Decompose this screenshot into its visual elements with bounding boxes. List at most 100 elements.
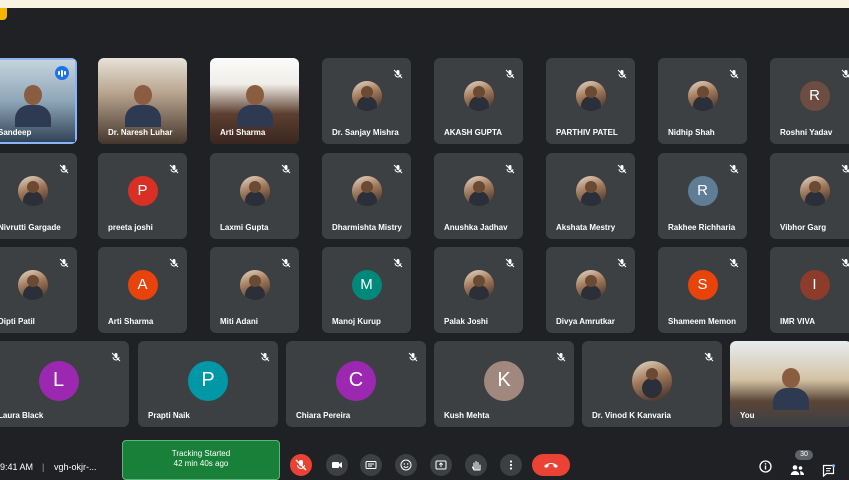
participant-tile[interactable]: Dipti Patil	[0, 247, 77, 333]
avatar-letter: L	[38, 360, 79, 401]
participant-tile[interactable]: Miti Adani	[210, 247, 299, 333]
participant-tile[interactable]: Vibhor Garg	[770, 153, 849, 239]
emoji-button[interactable]	[395, 454, 417, 476]
participant-tile[interactable]: A Arti Sharma	[98, 247, 187, 333]
mic-muted-icon	[841, 255, 849, 267]
mic-muted-icon	[169, 161, 179, 174]
mic-muted-icon	[729, 255, 739, 268]
participant-tile[interactable]: Laxmi Gupta	[210, 153, 299, 239]
mic-muted-icon	[393, 66, 403, 79]
avatar-photo	[463, 175, 494, 206]
participant-tile[interactable]: PARTHIV PATEL	[546, 58, 635, 144]
avatar-photo	[632, 360, 672, 401]
mic-off-button[interactable]	[290, 454, 312, 476]
avatar-letter: P	[188, 360, 228, 401]
participant-name: Dipti Patil	[0, 317, 35, 326]
participant-tile[interactable]: You	[730, 341, 849, 427]
mic-muted-icon	[704, 349, 714, 362]
more-options-button[interactable]	[500, 454, 522, 476]
chat-button[interactable]	[820, 462, 836, 478]
avatar-photo	[351, 175, 382, 206]
participant-tile[interactable]: L Laura Black	[0, 341, 129, 427]
participant-silhouette	[236, 85, 273, 128]
meeting-code[interactable]: vgh-okjr-...	[54, 462, 97, 472]
participant-tile[interactable]: P Prapti Naik	[138, 341, 278, 427]
participant-tile[interactable]: Nidhip Shah	[658, 58, 747, 144]
participant-name: Vibhor Garg	[780, 223, 827, 232]
participant-tile[interactable]: K Kush Mehta	[434, 341, 574, 427]
more-options-icon	[509, 460, 513, 470]
participant-tile[interactable]: Palak Joshi	[434, 247, 523, 333]
participant-name: Palak Joshi	[444, 317, 489, 326]
participant-tile[interactable]: Dr. Sanjay Mishra	[322, 58, 411, 144]
mic-muted-icon	[393, 255, 403, 268]
participant-name: AKASH GUPTA	[444, 128, 503, 137]
avatar-photo	[799, 175, 830, 206]
participant-tile[interactable]: Anushka Jadhav	[434, 153, 523, 239]
avatar-photo	[17, 175, 48, 206]
participant-tile[interactable]: Dr. Naresh Luhar	[98, 58, 187, 144]
mic-muted-icon	[408, 349, 418, 362]
participant-tile[interactable]: Akshata Mestry	[546, 153, 635, 239]
avatar-letter: P	[127, 175, 158, 206]
mic-muted-icon	[841, 66, 849, 78]
participant-tile[interactable]: Sandeep	[0, 58, 77, 144]
participant-tile[interactable]: M Manoj Kurup	[322, 247, 411, 333]
participant-name: PARTHIV PATEL	[556, 128, 618, 137]
participant-name: Miti Adani	[220, 317, 258, 326]
raise-hand-button[interactable]	[465, 454, 487, 476]
participant-name: Akshata Mestry	[556, 223, 616, 232]
captions-icon	[365, 461, 377, 469]
participant-tile[interactable]: Nivrutti Gargade	[0, 153, 77, 239]
participant-tile[interactable]: AKASH GUPTA	[434, 58, 523, 144]
camera-button[interactable]	[326, 454, 348, 476]
participant-tile[interactable]: Dr. Vinod K Kanvaria	[582, 341, 722, 427]
participant-name: Arti Sharma	[220, 128, 266, 137]
participant-name: Divya Amrutkar	[556, 317, 615, 326]
avatar-photo	[575, 175, 606, 206]
camera-icon	[332, 462, 342, 468]
hang-up-button[interactable]	[532, 454, 570, 476]
participant-tile[interactable]: Divya Amrutkar	[546, 247, 635, 333]
participant-name: Laxmi Gupta	[220, 223, 269, 232]
emoji-icon	[400, 459, 412, 471]
participant-tile[interactable]: Arti Sharma	[210, 58, 299, 144]
participant-tile[interactable]: I IMR VIVA	[770, 247, 849, 333]
present-button[interactable]	[430, 454, 452, 476]
mic-muted-icon	[111, 349, 121, 362]
present-icon	[435, 460, 447, 470]
participant-name: Chiara Pereira	[296, 411, 351, 420]
tracking-banner[interactable]: Tracking Started 42 min 40s ago	[122, 440, 280, 480]
participant-silhouette	[124, 85, 161, 128]
avatar-letter: I	[799, 269, 830, 300]
meeting-time: 9:41 AM	[0, 462, 34, 472]
time-separator: |	[42, 462, 45, 472]
mic-muted-icon	[393, 161, 403, 174]
meeting-window: Sandeep Dr. Naresh Luhar Arti Sharma Dr. Sa…	[0, 8, 849, 480]
mic-muted-icon	[505, 255, 515, 268]
mic-muted-icon	[729, 161, 739, 174]
avatar-photo	[687, 80, 718, 111]
participant-tile[interactable]: R Rakhee Richharia	[658, 153, 747, 239]
meeting-info-button[interactable]	[757, 458, 773, 474]
mic-muted-icon	[169, 255, 179, 268]
mic-off-icon	[295, 459, 307, 471]
mic-muted-icon	[729, 66, 739, 79]
mic-muted-icon	[505, 66, 515, 79]
avatar-photo	[575, 269, 606, 300]
people-button[interactable]	[789, 462, 805, 478]
participant-name: Manoj Kurup	[332, 317, 381, 326]
participant-tile[interactable]: R Roshni Yadav	[770, 58, 849, 144]
avatar-letter: M	[351, 269, 382, 300]
participant-tile[interactable]: Ppreeta joshi	[98, 153, 187, 239]
mic-muted-icon	[505, 161, 515, 174]
participant-name: Arti Sharma	[108, 317, 154, 326]
participant-tile[interactable]: Dharmishta Mistry	[322, 153, 411, 239]
captions-button[interactable]	[360, 454, 382, 476]
participant-tile[interactable]: S Shameem Memon	[658, 247, 747, 333]
mic-muted-icon	[260, 349, 270, 362]
avatar-letter: A	[127, 269, 158, 300]
participant-name: Dr. Sanjay Mishra	[332, 128, 399, 137]
participant-silhouette	[773, 368, 809, 411]
participant-tile[interactable]: C Chiara Pereira	[286, 341, 426, 427]
